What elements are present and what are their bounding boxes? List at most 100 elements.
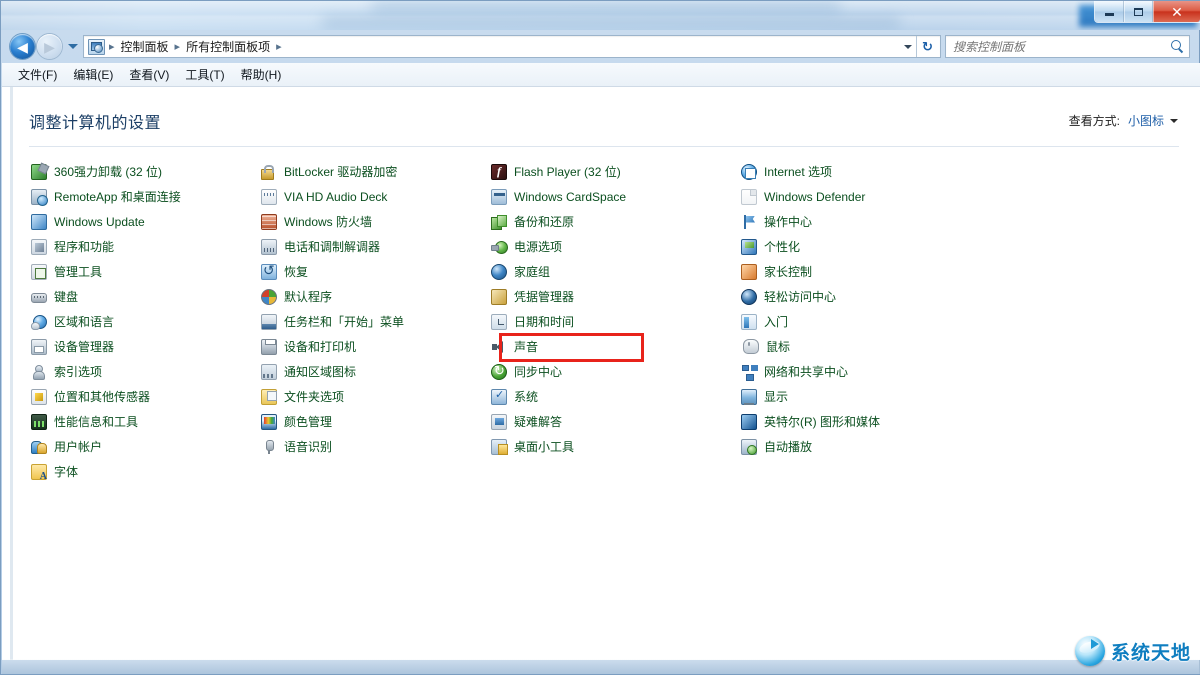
cp-item-remoteapp[interactable]: RemoteApp 和桌面连接 <box>29 184 259 209</box>
cp-item-default-programs[interactable]: 默认程序 <box>259 284 489 309</box>
cp-item-indexing-options[interactable]: 索引选项 <box>29 359 259 384</box>
via-hd-audio-icon <box>261 188 277 205</box>
view-by-chevron-down-icon[interactable] <box>1170 118 1178 123</box>
close-button[interactable]: ✕ <box>1153 1 1200 22</box>
cp-item-parental-controls[interactable]: 家长控制 <box>739 259 999 284</box>
breadcrumb-separator-icon: ▸ <box>276 41 282 53</box>
cp-item-windows-cardspace[interactable]: Windows CardSpace <box>489 184 739 209</box>
cp-item-color-management[interactable]: 颜色管理 <box>259 409 489 434</box>
glass-reflection <box>371 3 841 11</box>
breadcrumb-item-all-items[interactable]: 所有控制面板项 <box>181 36 275 57</box>
cp-item-ease-of-access[interactable]: 轻松访问中心 <box>739 284 999 309</box>
search-box[interactable] <box>945 35 1190 58</box>
cp-item-desktop-gadgets[interactable]: 桌面小工具 <box>489 434 739 459</box>
cp-item-power-options[interactable]: 电源选项 <box>489 234 739 259</box>
cp-item-system[interactable]: 系统 <box>489 384 739 409</box>
desktop-gadgets-icon <box>491 438 508 455</box>
menu-item-tools[interactable]: 工具(T) <box>177 63 232 86</box>
view-by-value[interactable]: 小图标 <box>1128 112 1164 129</box>
cp-item-performance-info[interactable]: 性能信息和工具 <box>29 409 259 434</box>
recent-pages-chevron-down-icon[interactable] <box>68 44 78 49</box>
cp-item-flash-player[interactable]: Flash Player (32 位) <box>489 159 739 184</box>
folder-options-icon <box>261 388 277 405</box>
cp-item-uninstall-360[interactable]: 360强力卸载 (32 位) <box>29 159 259 184</box>
cp-item-taskbar-startmenu[interactable]: 任务栏和「开始」菜单 <box>259 309 489 334</box>
back-arrow-icon: ◀ <box>17 38 28 55</box>
cp-item-credential-manager[interactable]: 凭据管理器 <box>489 284 739 309</box>
cp-item-label: 凭据管理器 <box>514 290 575 304</box>
cp-item-speech-recognition[interactable]: 语音识别 <box>259 434 489 459</box>
cp-item-device-manager[interactable]: 设备管理器 <box>29 334 259 359</box>
search-icon <box>1170 39 1185 54</box>
cp-item-label: 键盘 <box>54 290 79 304</box>
display-icon <box>741 388 757 405</box>
cp-item-label: 家庭组 <box>514 265 551 279</box>
cp-item-label: 电话和调制解调器 <box>284 240 381 254</box>
cp-item-getting-started[interactable]: 入门 <box>739 309 999 334</box>
cp-item-via-hd-audio[interactable]: VIA HD Audio Deck <box>259 184 489 209</box>
view-by-label: 查看方式: <box>1068 114 1120 128</box>
ease-of-access-icon <box>741 288 757 305</box>
cp-item-homegroup[interactable]: 家庭组 <box>489 259 739 284</box>
menu-item-view[interactable]: 查看(V) <box>121 63 177 86</box>
cp-item-intel-graphics[interactable]: 英特尔(R) 图形和媒体 <box>739 409 999 434</box>
cp-item-windows-firewall[interactable]: Windows 防火墙 <box>259 209 489 234</box>
cp-item-spacer <box>259 459 489 484</box>
minimize-button[interactable] <box>1095 1 1124 22</box>
refresh-button[interactable]: ↻ <box>916 36 938 57</box>
cp-item-date-time[interactable]: 日期和时间 <box>489 309 739 334</box>
cp-item-folder-options[interactable]: 文件夹选项 <box>259 384 489 409</box>
cp-item-sound[interactable]: 声音 <box>489 334 739 359</box>
window-bottom-chrome <box>2 659 1200 674</box>
cp-item-phone-modem[interactable]: 电话和调制解调器 <box>259 234 489 259</box>
cp-item-programs-features[interactable]: 程序和功能 <box>29 234 259 259</box>
cp-item-action-center[interactable]: 操作中心 <box>739 209 999 234</box>
control-panel-icon <box>88 38 105 55</box>
cp-item-label: 日期和时间 <box>514 315 575 329</box>
menu-item-help[interactable]: 帮助(H) <box>233 63 290 86</box>
cp-item-label: Windows Defender <box>764 189 866 204</box>
indexing-options-icon <box>31 364 47 380</box>
cp-item-label: 电源选项 <box>514 240 563 254</box>
cp-item-recovery[interactable]: 恢复 <box>259 259 489 284</box>
page-title: 调整计算机的设置 <box>29 115 162 132</box>
search-input[interactable] <box>953 39 1170 54</box>
cp-item-label: 自动播放 <box>764 440 813 454</box>
cp-item-label: 设备管理器 <box>54 340 115 354</box>
forward-button[interactable]: ▶ <box>37 34 62 59</box>
cp-item-label: 语音识别 <box>284 440 333 454</box>
cp-item-location-sensors[interactable]: 位置和其他传感器 <box>29 384 259 409</box>
cp-item-autoplay[interactable]: 自动播放 <box>739 434 999 459</box>
cp-item-bitlocker[interactable]: BitLocker 驱动器加密 <box>259 159 489 184</box>
cp-item-windows-defender[interactable]: Windows Defender <box>739 184 999 209</box>
cp-item-notification-area[interactable]: 通知区域图标 <box>259 359 489 384</box>
cp-item-devices-printers[interactable]: 设备和打印机 <box>259 334 489 359</box>
cp-item-user-accounts[interactable]: 用户帐户 <box>29 434 259 459</box>
cp-item-label: 网络和共享中心 <box>764 365 849 379</box>
menu-item-file[interactable]: 文件(F) <box>10 63 65 86</box>
cp-item-label: BitLocker 驱动器加密 <box>284 165 398 179</box>
cp-item-region-language[interactable]: 区域和语言 <box>29 309 259 334</box>
cp-item-mouse[interactable]: 鼠标 <box>739 334 999 359</box>
breadcrumb-item-control-panel[interactable]: 控制面板 <box>116 36 174 57</box>
cp-item-display[interactable]: 显示 <box>739 384 999 409</box>
maximize-button[interactable] <box>1124 1 1153 22</box>
cp-item-keyboard[interactable]: 键盘 <box>29 284 259 309</box>
cp-item-label: 入门 <box>764 315 789 329</box>
cp-item-administrative-tools[interactable]: 管理工具 <box>29 259 259 284</box>
cp-item-label: 颜色管理 <box>284 415 333 429</box>
cp-item-troubleshooting[interactable]: 疑难解答 <box>489 409 739 434</box>
menu-item-edit[interactable]: 编辑(E) <box>65 63 121 86</box>
cp-item-sync-center[interactable]: 同步中心 <box>489 359 739 384</box>
address-dropdown-chevron-down-icon[interactable] <box>900 36 916 57</box>
cp-item-fonts[interactable]: 字体 <box>29 459 259 484</box>
back-button[interactable]: ◀ <box>10 34 35 59</box>
cp-item-backup-restore[interactable]: 备份和还原 <box>489 209 739 234</box>
cp-item-personalization[interactable]: 个性化 <box>739 234 999 259</box>
getting-started-icon <box>741 313 757 330</box>
cp-item-internet-options[interactable]: Internet 选项 <box>739 159 999 184</box>
remoteapp-icon <box>31 188 48 206</box>
address-bar[interactable]: ▸ 控制面板 ▸ 所有控制面板项 ▸ ↻ <box>83 35 941 58</box>
cp-item-network-sharing[interactable]: 网络和共享中心 <box>739 359 999 384</box>
cp-item-windows-update[interactable]: Windows Update <box>29 209 259 234</box>
